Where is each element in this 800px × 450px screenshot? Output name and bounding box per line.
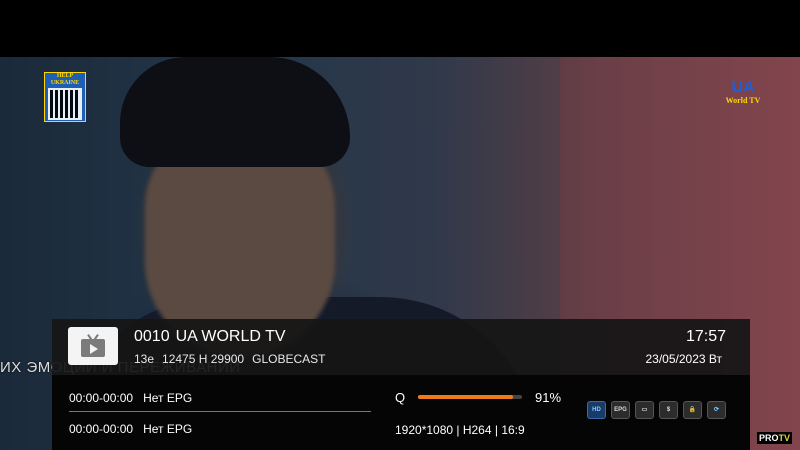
protv-watermark: PROTV xyxy=(756,432,792,444)
tv-play-icon xyxy=(68,327,118,365)
signal-quality-bar xyxy=(418,395,522,399)
transponder: 12475 H 29900 xyxy=(162,352,245,366)
qr-code-icon xyxy=(48,88,82,120)
channel-number: 0010 xyxy=(134,328,170,345)
help-logo-line1: HELP xyxy=(56,73,74,79)
epg-title: Нет EPG xyxy=(143,422,193,436)
recycle-icon: ⟳ xyxy=(707,401,726,419)
channel-name: UA WORLD TV xyxy=(175,328,286,345)
epg-title: Нет EPG xyxy=(143,391,193,405)
hd-icon: HD xyxy=(587,401,606,419)
video-resolution-info: 1920*1080 | H264 | 16:9 xyxy=(395,423,525,437)
status-icons: HD EPG ▭ $ 🔒 ⟳ xyxy=(587,401,726,419)
play-icon xyxy=(90,344,98,354)
watermark-text: PRO xyxy=(758,433,779,443)
channel-logo-line2: World TV xyxy=(725,96,761,105)
clock: 17:57 xyxy=(685,328,726,345)
satellite-position: 13e xyxy=(134,352,155,366)
epg-divider xyxy=(69,411,371,412)
epg-icon: EPG xyxy=(611,401,630,419)
channel-logo-line1: UA xyxy=(731,79,755,96)
lock-icon: 🔒 xyxy=(683,401,702,419)
signal-quality-fill xyxy=(418,395,513,399)
epg-current: 00:00-00:00 Нет EPG xyxy=(69,391,202,405)
epg-time: 00:00-00:00 xyxy=(69,391,134,405)
help-ukraine-logo: HELP UKRAINE xyxy=(44,72,86,122)
infobar-top: 0010 UA WORLD TV 13e 12475 H 29900 GLOBECAS… xyxy=(52,319,750,375)
epg-next: 00:00-00:00 Нет EPG xyxy=(69,422,202,436)
infobar-bottom: 00:00-00:00 Нет EPG 00:00-00:00 Нет EPG Q … xyxy=(52,375,750,450)
channel-title: 0010 UA WORLD TV xyxy=(134,328,292,346)
channel-tuning-info: 13e 12475 H 29900 GLOBECAST xyxy=(134,352,333,366)
subtitle-icon: ▭ xyxy=(635,401,654,419)
signal-quality-label: Q xyxy=(395,390,406,405)
date: 23/05/2023 Вт xyxy=(645,352,723,366)
epg-time: 00:00-00:00 xyxy=(69,422,134,436)
provider-name: GLOBECAST xyxy=(252,352,326,366)
tv-screen-shape xyxy=(81,339,105,357)
channel-logo: UA World TV xyxy=(718,79,768,106)
help-logo-line2: UKRAINE xyxy=(50,80,80,86)
person-hair xyxy=(120,57,350,167)
pay-icon: $ xyxy=(659,401,678,419)
watermark-accent: TV xyxy=(778,433,790,443)
signal-quality-value: 91% xyxy=(535,390,562,405)
